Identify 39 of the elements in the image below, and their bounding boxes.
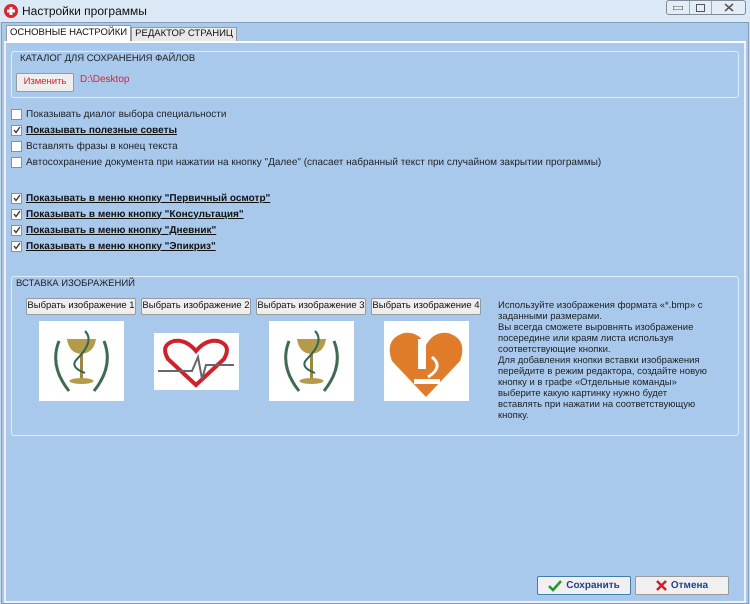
help-text: Вы всегда сможете выровнять изображение посередине или краям листа используя соответствующие кнопки. [498, 322, 694, 355]
check-icon [12, 126, 20, 134]
checkbox[interactable] [11, 208, 22, 220]
tab[interactable]: РЕДАКТОР СТРАНИЦ [131, 27, 237, 41]
window-title: Настройки программы [22, 3, 147, 20]
option-label: Показывать в меню кнопку "Первичный осмотр" [26, 192, 270, 206]
option-label: Вставлять фразы в конец текста [26, 140, 178, 154]
choose-image-button[interactable]: Выбрать изображение 4 [371, 298, 481, 315]
option-label: Показывать полезные советы [26, 124, 178, 138]
check-icon [548, 580, 562, 592]
option-label: Показывать в меню кнопку "Консультация" [26, 208, 244, 222]
help-text: Для добавления кнопки вставки изображения перейдите в режим редактора, создайте новую кнопку и в графе «Отдельные команды» выберите какую картинку нужно будет вставлять при нажатии на соответствующую кнопку. [498, 355, 708, 421]
minimize-icon [673, 6, 683, 10]
cross-icon [656, 580, 667, 591]
option-label: Показывать в меню кнопку "Дневник" [26, 224, 216, 238]
group-title: КАТАЛОГ ДЛЯ СОХРАНЕНИЯ ФАЙЛОВ [18, 53, 198, 64]
close-icon [724, 3, 734, 12]
option-label: Автосохранение документа при нажатии на кнопку "Далее" (спасает набранный текст при случайном закрытии программы) [26, 156, 602, 170]
folder-path: D:\Desktop [80, 73, 130, 87]
change-button[interactable]: Изменить [16, 73, 74, 92]
save-button[interactable]: Сохранить [537, 576, 631, 595]
app-icon [4, 4, 18, 18]
choose-image-button[interactable]: Выбрать изображение 3 [256, 298, 366, 315]
option-label: Показывать диалог выбора специальности [26, 108, 226, 122]
group-title: ВСТАВКА ИЗОБРАЖЕНИЙ [14, 278, 137, 289]
cancel-button[interactable]: Отмена [635, 576, 729, 595]
checkbox[interactable] [11, 192, 22, 204]
choose-image-button[interactable]: Выбрать изображение 1 [26, 298, 136, 315]
help-text: Используйте изображения формата «*.bmp» с заданными размерами. [498, 300, 704, 322]
checkbox[interactable] [11, 108, 22, 120]
checkbox[interactable] [11, 240, 22, 252]
checkbox[interactable] [11, 124, 22, 136]
checkbox[interactable] [11, 224, 22, 236]
checkbox[interactable] [11, 156, 22, 168]
choose-image-button[interactable]: Выбрать изображение 2 [141, 298, 251, 315]
option-label: Показывать в меню кнопку "Эпикриз" [26, 240, 216, 254]
tab[interactable]: ОСНОВНЫЕ НАСТРОЙКИ [6, 25, 132, 41]
checkbox[interactable] [11, 140, 22, 152]
maximize-icon [696, 4, 705, 12]
